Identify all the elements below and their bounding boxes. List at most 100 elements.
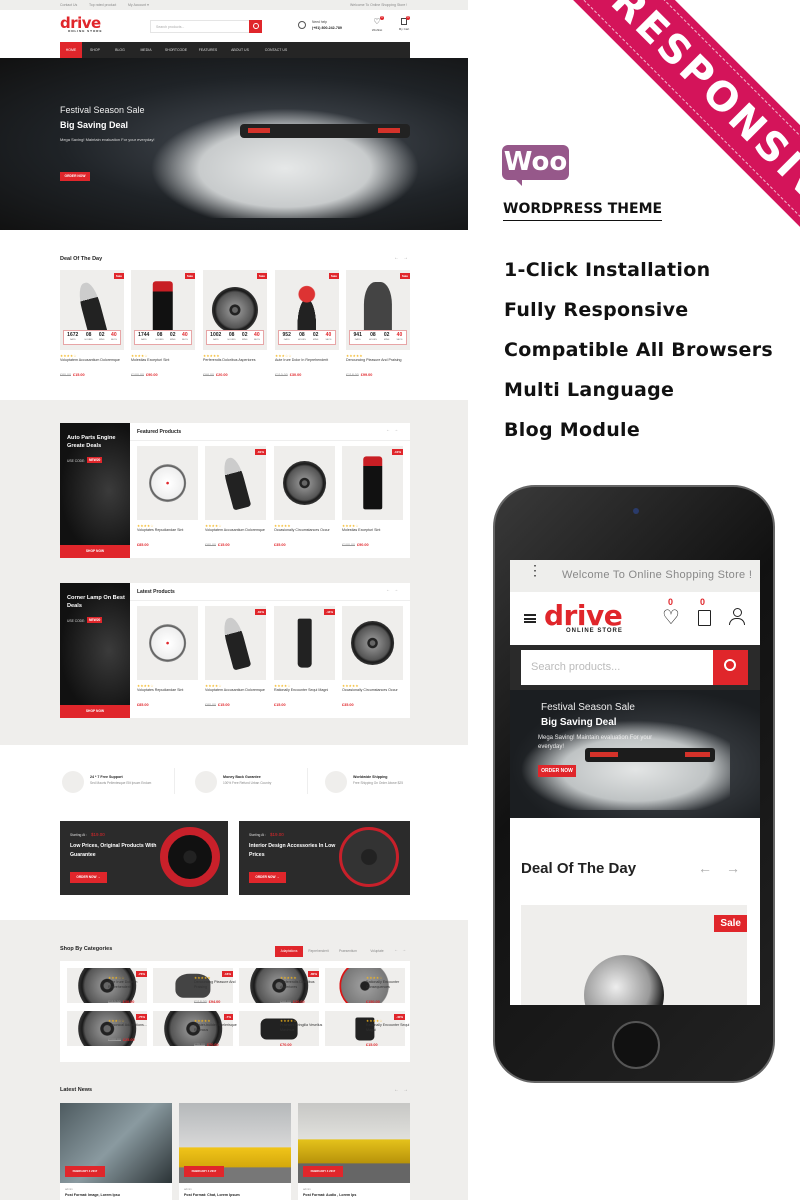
nav-item-shortcode[interactable]: SHORTCODE [160,42,192,58]
promo-banner[interactable]: Starting At : $19.00 Interior Design Acces… [239,821,410,895]
hero-order-button[interactable]: ORDER NOW [60,172,90,181]
wheel-icon [211,286,259,334]
news-card[interactable]: FEBRUARY 4 2017 admin Post Format: Chat, L… [179,1103,291,1200]
product-name[interactable]: Rationally Encounter Consequences [366,980,414,990]
wishlist-count: 0 [380,16,384,20]
product-image[interactable]: Sale 941 DAYS 08 HOURS 02 MINS 40 SECS [346,270,410,350]
latest-side-banner[interactable]: Corner Lamp On Best Deals USE CODE: NEW20 S… [60,583,130,718]
carousel-arrows[interactable]: ←→ [386,427,402,432]
theme-desktop-preview: Contact Us Top rated product My Account … [0,0,468,1200]
product-image[interactable]: Sale 952 DAYS 08 HOURS 02 MINS 40 SECS [275,270,339,350]
promo-order-button[interactable]: ORDER NOW → [70,872,107,883]
nav-item-home[interactable]: HOME [60,42,82,58]
starting-label: Starting At : [70,833,88,837]
news-title[interactable]: Post Format: Chat, Lorem Ipsum [184,1193,240,1197]
my-account-menu[interactable]: My Account ▾ [128,3,149,7]
phone-carousel-arrows[interactable]: ←→ [698,860,754,876]
shop-now-button[interactable]: SHOP NOW [60,705,130,718]
promo-order-button[interactable]: ORDER NOW → [249,872,286,883]
featured-side-banner[interactable]: Auto Parts Engine Greate Deals USE CODE: N… [60,423,130,558]
news-card[interactable]: FEBRUARY 4 2017 admin Post Format: Audio ,… [298,1103,410,1200]
nav-item-media[interactable]: MEDIA [132,42,160,58]
phone-lamp-image [584,955,664,1005]
wishlist-button[interactable]: ♡ Wishlist 0 [370,16,384,32]
phone-search-input[interactable]: Search products... [521,650,713,685]
cart-button[interactable]: My Cart 0 [396,16,412,31]
category-tab-voluptate[interactable]: Voluptate [362,946,392,957]
camera-icon [633,508,639,514]
logo[interactable]: drive ONLINE STORE [60,14,102,33]
promo-price: $19.00 [270,832,284,837]
product-image[interactable]: Sale 1672 DAYS 08 HOURS 02 MINS 40 SECS [60,270,124,350]
product-image[interactable]: -81% [205,446,266,520]
shop-now-button[interactable]: SHOP NOW [60,545,130,558]
search-button[interactable] [249,20,262,33]
category-tab-adaptations[interactable]: Adaptations [275,946,303,957]
product-price: £35.00 [274,533,335,551]
contact-us-link[interactable]: Contact Us [60,3,77,7]
phone-wishlist-heart-icon[interactable]: ♡ [662,608,680,628]
news-card[interactable]: FEBRUARY 4 2017 admin Post Format: Image, … [60,1103,172,1200]
product-image[interactable] [342,606,403,680]
phone-cart-bag-icon[interactable] [698,610,711,626]
old-price: £118.00 [346,373,359,377]
countdown-timer: 1744 DAYS 08 HOURS 02 MINS 40 SECS [134,330,192,345]
product-image[interactable] [137,606,198,680]
phone-order-button[interactable]: ORDER NOW [538,765,576,777]
nav-item-about-us[interactable]: ABOUT US [224,42,256,58]
product-image[interactable]: -81% [205,606,266,680]
category-tab-praesentium[interactable]: Praesentium [334,946,362,957]
hamburger-icon[interactable] [524,614,536,623]
nav-item-shop[interactable]: SHOP [82,42,108,58]
home-button[interactable] [612,1021,660,1069]
sale-price: £15.00 [218,703,230,707]
product-image[interactable]: Sale 1744 DAYS 08 HOURS 02 MINS 40 SECS [131,270,195,350]
promo-banner[interactable]: Starting At : $19.00 Low Prices, Original … [60,821,228,895]
category-tab-reprehenderit[interactable]: Reprehenderit [303,946,334,957]
product-image[interactable] [137,446,198,520]
product-name[interactable]: Rationally Encounter Sequi Magni [366,1023,414,1033]
product-image[interactable] [274,446,335,520]
categories-carousel-arrows[interactable]: ←→ [394,947,410,952]
product-name[interactable]: Master-builder Scelerisque Rhoncus [194,1023,242,1033]
sale-price: £30.00 [289,373,302,377]
car-taillight [378,128,400,133]
phone-logo[interactable]: drive ONLINE STORE [544,602,623,635]
countdown-unit: 1672 DAYS [67,331,79,341]
sale-price: £30.00 [122,1000,135,1004]
phone-search-button[interactable] [713,650,748,685]
search-icon [724,659,736,671]
top-rated-link[interactable]: Top rated product [89,3,116,7]
starting-label: Starting At : [249,833,267,837]
old-price: £98.00 [203,373,214,377]
countdown-unit: 40 SECS [181,331,188,341]
news-title[interactable]: Post Format: Audio , Lorem Ips [303,1193,356,1197]
product-name[interactable]: Perferendis Doloribus Asperiores [280,980,328,990]
product-image[interactable]: -44% [274,606,335,680]
nav-item-features[interactable]: FEATURES [192,42,224,58]
news-title[interactable]: Post Format: Image, Lorem Ipsu [65,1193,120,1197]
nav-item-contact-us[interactable]: CONTACT US [256,42,296,58]
product-name[interactable]: Praesent Fringilla Vesellus Maximus [280,1023,328,1033]
kebab-menu-icon[interactable]: ⋮ [528,563,542,577]
product-price: £75.00 £70.00 [194,1033,242,1051]
product-price: £80.00 £15.00 [205,693,266,711]
product-image[interactable]: -10% [342,446,403,520]
countdown-unit: 02 MINS [98,331,105,341]
product-name[interactable]: Aute Irure Dolor In Reprehenderit [108,980,156,990]
news-carousel-arrows[interactable]: ←→ [394,1087,412,1093]
product-info: ★★★★★ Master-builder Scelerisque Rhoncus £… [194,1019,242,1051]
carousel-arrows[interactable]: ←→ [386,587,402,592]
deal-carousel-arrows[interactable]: ←→ [394,255,412,261]
divider [130,440,410,441]
service-text: Free Shipping On Order Above $25 [353,781,403,785]
product-image[interactable]: Sale 1002 DAYS 08 HOURS 02 MINS 40 SECS [203,270,267,350]
nav-item-blog[interactable]: BLOG [108,42,132,58]
search-input[interactable]: Search products... [150,20,262,33]
car-taillight [590,752,618,757]
phone-account-icon[interactable] [728,608,746,628]
hero-text: Mega Saving! Maintain evaluation For you… [60,137,155,142]
countdown-unit: 40 SECS [325,331,332,341]
phone-deal-card[interactable]: Sale [521,905,747,1005]
product-name[interactable]: Denouncing Pleasure And Praising [194,980,242,990]
